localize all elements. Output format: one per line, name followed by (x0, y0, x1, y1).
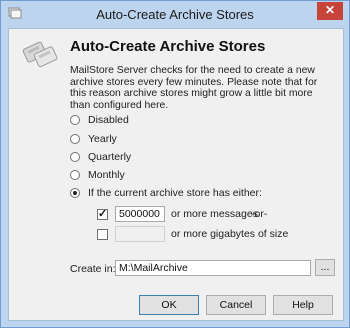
radio-monthly[interactable]: Monthly (70, 168, 125, 182)
messages-checkbox[interactable] (97, 207, 108, 220)
window-title: Auto-Create Archive Stores (96, 7, 254, 22)
radio-label: Quarterly (88, 151, 132, 163)
close-button[interactable]: ✕ (317, 2, 343, 20)
messages-count-input[interactable]: 5000000 (115, 206, 165, 222)
radio-button[interactable] (70, 170, 80, 180)
title-bar[interactable]: Auto-Create Archive Stores ✕ (1, 1, 349, 27)
radio-button[interactable] (70, 134, 80, 144)
archive-stores-icon (21, 35, 61, 69)
create-in-label: Create in: (70, 263, 116, 275)
dialog-heading: Auto-Create Archive Stores (70, 38, 266, 55)
dialog-window: Auto-Create Archive Stores ✕ Auto-Create… (0, 0, 350, 328)
radio-label: Monthly (88, 169, 125, 181)
radio-label: If the current archive store has either: (88, 187, 262, 199)
cancel-button[interactable]: Cancel (206, 295, 266, 315)
radio-disabled[interactable]: Disabled (70, 113, 129, 127)
dialog-content: Auto-Create Archive Stores MailStore Ser… (8, 28, 344, 321)
gigabytes-label: or more gigabytes of size (171, 228, 289, 240)
messages-label: or more messages (171, 208, 258, 220)
radio-condition[interactable]: If the current archive store has either: (70, 186, 262, 200)
radio-button[interactable] (70, 152, 80, 162)
help-button[interactable]: Help (273, 295, 333, 315)
radio-button-selected[interactable] (70, 188, 80, 198)
gigabytes-checkbox[interactable] (97, 229, 108, 240)
radio-label: Disabled (88, 114, 129, 126)
radio-yearly[interactable]: Yearly (70, 132, 117, 146)
radio-button[interactable] (70, 115, 80, 125)
dialog-description: MailStore Server checks for the need to … (70, 65, 318, 111)
browse-button[interactable]: ... (315, 259, 335, 276)
gigabytes-input[interactable] (115, 226, 165, 242)
radio-label: Yearly (88, 133, 117, 145)
create-in-path-input[interactable]: M:\MailArchive (115, 260, 311, 276)
radio-quarterly[interactable]: Quarterly (70, 150, 131, 164)
ok-button[interactable]: OK (139, 295, 199, 315)
or-label: -or- (251, 208, 268, 220)
